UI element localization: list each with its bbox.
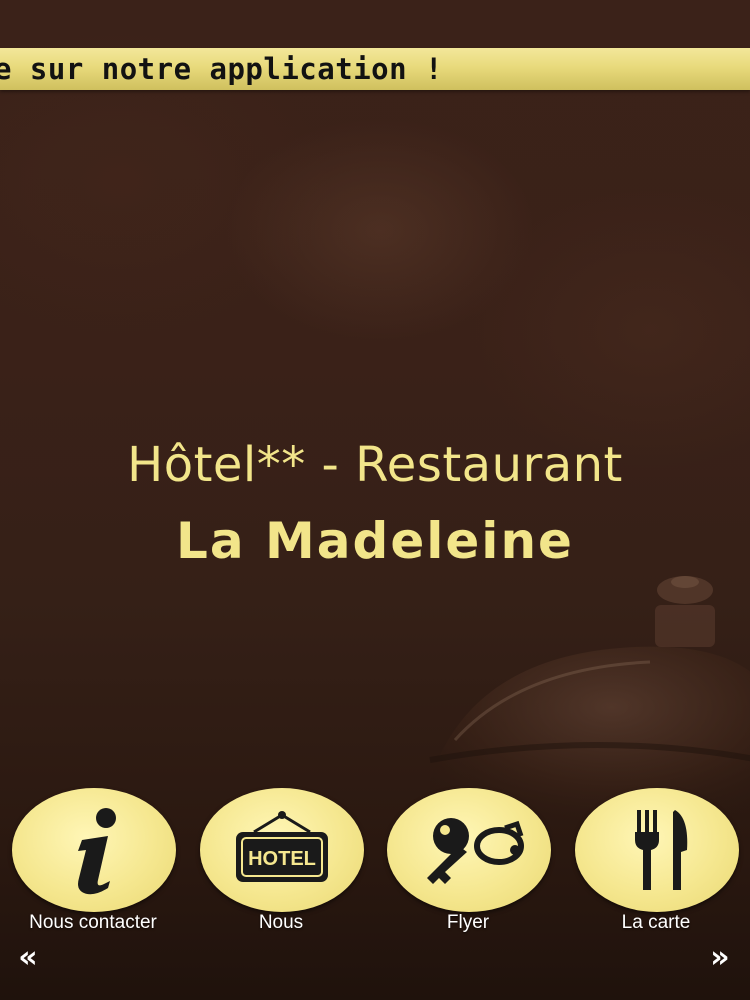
previous-page-arrow-icon[interactable]: « <box>8 940 48 976</box>
nav-item-nous-contacter[interactable]: Nous contacter <box>0 788 186 938</box>
app-screen: e sur notre application ! Hôtel** - Rest… <box>0 0 750 1000</box>
nav-label-nous-contacter: Nous contacter <box>29 912 157 933</box>
nav-item-flyer[interactable]: Flyer <box>375 788 561 938</box>
nav-item-nous[interactable]: HOTEL Nous <box>188 788 374 938</box>
hero-title-block: Hôtel** - Restaurant La Madeleine <box>0 430 750 578</box>
bottom-navigation: Nous contacter HOTEL Nous Flyer La carte <box>0 788 750 938</box>
key-icon <box>427 818 524 884</box>
ticker-banner: e sur notre application ! <box>0 48 750 90</box>
nav-button-circle[interactable] <box>575 788 739 912</box>
hotel-sign-icon: HOTEL <box>236 811 328 882</box>
nav-label-flyer: Flyer <box>446 912 490 933</box>
fork-knife-icon <box>635 810 688 890</box>
hero-subtitle: Hôtel** - Restaurant <box>127 437 623 493</box>
nav-button-circle[interactable]: HOTEL <box>200 788 364 912</box>
nav-item-la-carte[interactable]: La carte <box>563 788 749 938</box>
next-page-arrow-icon[interactable]: » <box>700 940 740 976</box>
nav-label-la-carte: La carte <box>621 912 691 933</box>
info-icon <box>78 808 116 895</box>
hero-restaurant-name: La Madeleine <box>176 512 574 570</box>
ticker-text: e sur notre application ! <box>0 52 443 86</box>
nav-button-circle[interactable] <box>12 788 176 912</box>
nav-button-circle[interactable] <box>387 788 551 912</box>
hotel-sign-text: HOTEL <box>248 848 316 870</box>
nav-label-nous: Nous <box>258 912 304 933</box>
